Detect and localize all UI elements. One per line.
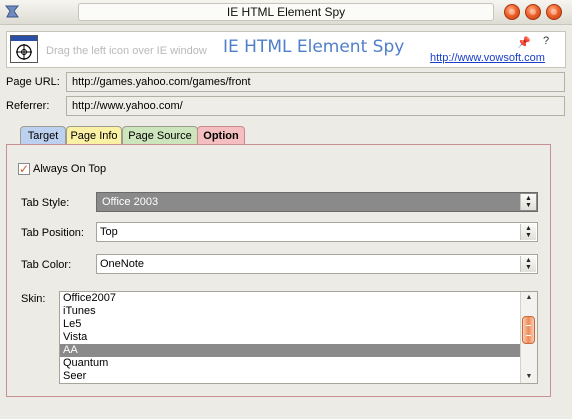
header-panel: Drag the left icon over IE window IE HTM…	[6, 31, 566, 68]
tab-style-select[interactable]: Office 2003 ▲ ▼	[96, 192, 538, 212]
window-title: IE HTML Element Spy	[78, 3, 494, 21]
tab-page-source[interactable]: Page Source	[122, 126, 198, 145]
tab-option[interactable]: Option	[197, 126, 245, 145]
spin-arrows-icon[interactable]: ▲ ▼	[520, 194, 536, 210]
scroll-up-icon[interactable]: ▲	[521, 292, 537, 304]
list-item[interactable]: Quantum	[60, 357, 521, 370]
skin-listbox[interactable]: Office2007 iTunes Le5 Vista AA Quantum S…	[59, 291, 538, 384]
drag-hint: Drag the left icon over IE window	[46, 45, 207, 57]
scroll-thumb[interactable]	[522, 316, 535, 344]
minimize-icon[interactable]	[504, 4, 520, 20]
homepage-link[interactable]: http://www.vowsoft.com	[430, 52, 545, 64]
tab-target[interactable]: Target	[20, 126, 66, 145]
page-url-field[interactable]: http://games.yahoo.com/games/front	[66, 72, 565, 92]
list-item[interactable]: Vista	[60, 331, 521, 344]
skin-label: Skin:	[21, 293, 46, 305]
pin-icon[interactable]: 📌	[517, 36, 531, 49]
skin-scrollbar[interactable]: ▲ ▼	[520, 292, 537, 383]
spin-arrows-icon[interactable]: ▲ ▼	[520, 224, 536, 240]
scroll-down-icon[interactable]: ▼	[521, 371, 537, 383]
finder-target-icon[interactable]	[10, 35, 38, 63]
tab-position-label: Tab Position:	[21, 227, 84, 239]
tab-position-select[interactable]: Top ▲ ▼	[96, 222, 538, 242]
maximize-icon[interactable]	[525, 4, 541, 20]
tab-style-value: Office 2003	[100, 196, 161, 208]
help-icon[interactable]: ?	[543, 35, 549, 47]
tab-color-value: OneNote	[100, 258, 145, 270]
referrer-field[interactable]: http://www.yahoo.com/	[66, 96, 565, 116]
page-url-label: Page URL:	[6, 76, 60, 88]
tab-page-info[interactable]: Page Info	[66, 126, 122, 145]
tab-position-value: Top	[100, 226, 118, 238]
tab-style-label: Tab Style:	[21, 197, 70, 209]
always-on-top-label[interactable]: Always On Top	[33, 163, 106, 175]
referrer-label: Referrer:	[6, 100, 50, 112]
app-icon[interactable]	[4, 3, 22, 21]
app-title: IE HTML Element Spy	[223, 37, 405, 57]
list-item-selected[interactable]: AA	[60, 344, 521, 357]
list-item[interactable]: iTunes	[60, 305, 521, 318]
close-icon[interactable]	[546, 4, 562, 20]
title-bar[interactable]: IE HTML Element Spy	[0, 0, 572, 25]
list-item[interactable]: Seer	[60, 370, 521, 383]
list-item[interactable]: Office2007	[60, 292, 521, 305]
always-on-top-checkbox[interactable]: ✓	[18, 163, 30, 175]
spin-arrows-icon[interactable]: ▲ ▼	[520, 256, 536, 272]
tab-color-label: Tab Color:	[21, 259, 72, 271]
list-item[interactable]: Le5	[60, 318, 521, 331]
tab-color-select[interactable]: OneNote ▲ ▼	[96, 254, 538, 274]
